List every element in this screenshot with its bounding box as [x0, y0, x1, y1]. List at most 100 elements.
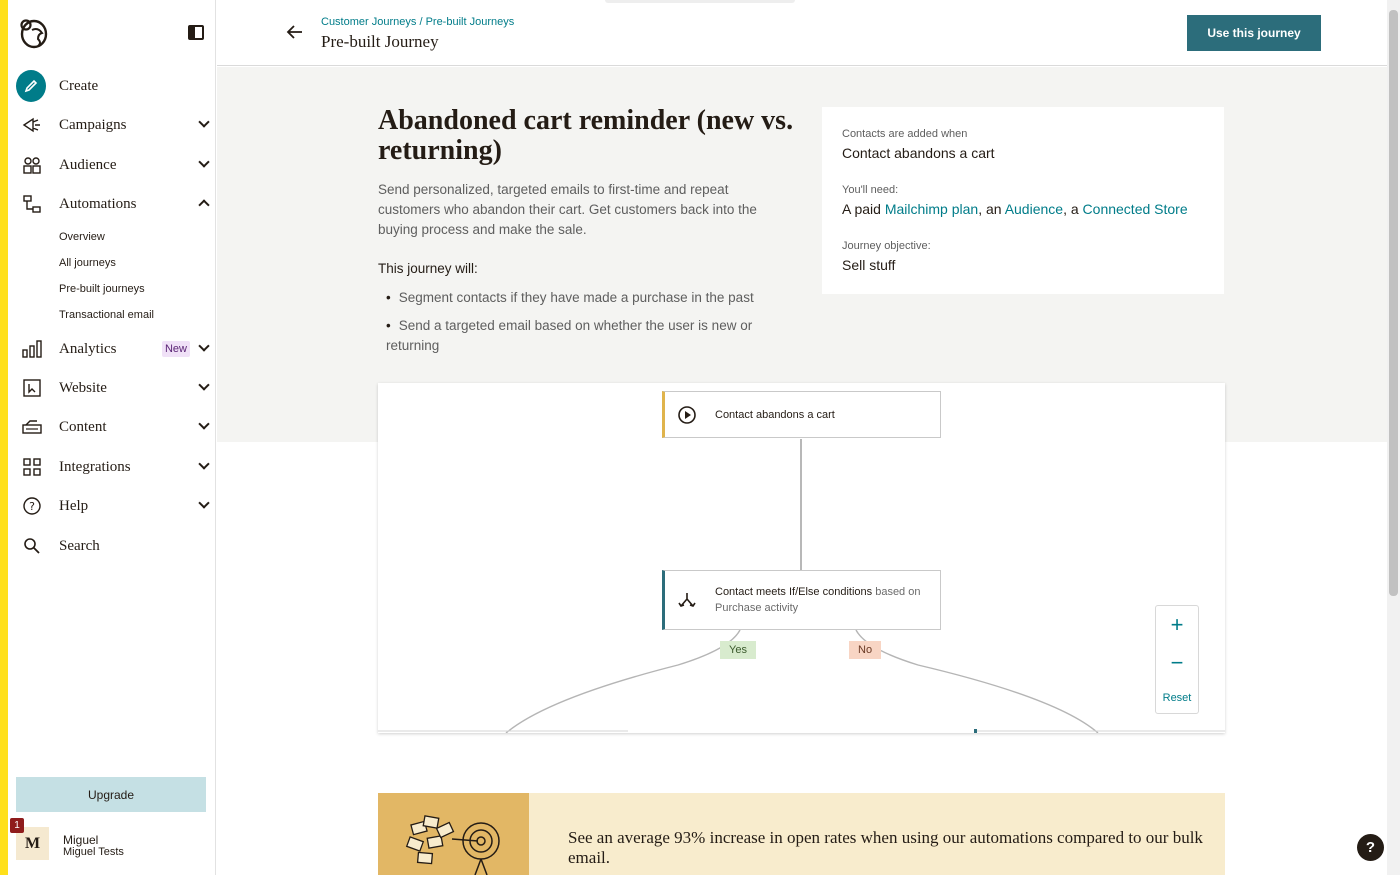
contacts-added-label: Contacts are added when	[842, 128, 968, 140]
search-icon	[18, 532, 46, 560]
breadcrumb: Customer Journeys / Pre-built Journeys	[321, 16, 514, 28]
nav-search[interactable]: Search	[18, 530, 212, 562]
trigger-node[interactable]: Contact abandons a cart	[662, 391, 941, 438]
contacts-added-value: Contact abandons a cart	[842, 145, 995, 161]
breadcrumb-separator: /	[419, 16, 423, 28]
nav-website[interactable]: Website	[18, 372, 212, 404]
journey-bullet: Segment contacts if they have made a pur…	[386, 288, 786, 308]
nav-content-label: Content	[59, 418, 107, 435]
nav-content[interactable]: Content	[18, 411, 212, 443]
need-separator: , an	[978, 201, 1002, 217]
you-need-value: A paid Mailchimp plan, an Audience, a Co…	[842, 201, 1188, 217]
user-org: Miguel Tests	[63, 846, 124, 858]
website-icon	[18, 374, 46, 402]
chevron-down-icon	[198, 116, 210, 128]
condition-node[interactable]: Contact meets If/Else conditions based o…	[662, 570, 941, 630]
notification-badge: 1	[10, 818, 24, 833]
need-separator: , a	[1063, 201, 1079, 217]
subnav-all-journeys[interactable]: All journeys	[59, 257, 116, 269]
nav-integrations-label: Integrations	[59, 458, 131, 475]
mailchimp-logo-icon[interactable]	[18, 16, 50, 50]
no-branch-label: No	[849, 641, 882, 659]
nav-automations[interactable]: Automations	[18, 188, 212, 220]
nav-create-label: Create	[59, 77, 99, 94]
connected-store-link[interactable]: Connected Store	[1083, 201, 1188, 217]
scrollbar-thumb[interactable]	[1389, 10, 1398, 596]
subnav-prebuilt-journeys[interactable]: Pre-built journeys	[59, 283, 145, 295]
condition-node-label: Contact meets If/Else conditions based o…	[715, 584, 920, 616]
condition-muted: based on	[875, 586, 921, 598]
page-title: Pre-built Journey	[321, 32, 439, 51]
plus-icon[interactable]: +	[1156, 612, 1198, 638]
need-prefix: A paid	[842, 201, 881, 217]
split-icon	[677, 591, 697, 611]
breadcrumb-customer-journeys[interactable]: Customer Journeys	[321, 16, 416, 28]
journey-will-heading: This journey will:	[378, 261, 478, 276]
journey-bullet: Send a targeted email based on whether t…	[386, 316, 776, 356]
user-name[interactable]: Miguel	[63, 833, 98, 847]
zoom-reset-button[interactable]: Reset	[1156, 692, 1198, 704]
nav-website-label: Website	[59, 379, 107, 396]
nav-audience[interactable]: Audience	[18, 149, 212, 181]
use-this-journey-button[interactable]: Use this journey	[1187, 15, 1321, 51]
automations-icon	[18, 190, 46, 218]
chevron-down-icon	[198, 340, 210, 352]
breadcrumb-prebuilt-journeys[interactable]: Pre-built Journeys	[426, 16, 515, 28]
you-need-label: You'll need:	[842, 184, 899, 196]
pencil-icon	[16, 70, 46, 102]
question-circle-icon: ?	[18, 492, 46, 520]
promo-text: See an average 93% increase in open rate…	[568, 828, 1203, 867]
page-scrollbar[interactable]	[1387, 0, 1400, 875]
bar-chart-icon	[18, 335, 46, 363]
nav-analytics[interactable]: Analytics New	[18, 333, 212, 365]
chevron-down-icon	[198, 379, 210, 391]
journey-info-card: Contacts are added when Contact abandons…	[822, 107, 1224, 294]
nav-help[interactable]: ? Help	[18, 490, 212, 522]
yes-branch-label: Yes	[720, 641, 756, 659]
nav-campaigns-label: Campaigns	[59, 116, 127, 133]
play-circle-icon	[677, 405, 697, 425]
nav-search-label: Search	[59, 537, 100, 554]
top-handle	[605, 0, 795, 3]
subnav-overview[interactable]: Overview	[59, 231, 105, 243]
nav-integrations[interactable]: Integrations	[18, 451, 212, 483]
upgrade-button[interactable]: Upgrade	[16, 777, 206, 812]
sidebar-toggle-icon[interactable]	[188, 25, 204, 40]
nav-automations-label: Automations	[59, 195, 137, 212]
minus-icon[interactable]: −	[1156, 650, 1198, 676]
subnav-transactional-email[interactable]: Transactional email	[59, 309, 154, 321]
content-icon	[18, 413, 46, 441]
page-header: Customer Journeys / Pre-built Journeys P…	[217, 0, 1387, 66]
nav-create[interactable]: Create	[16, 70, 212, 102]
mailchimp-plan-link[interactable]: Mailchimp plan	[885, 201, 978, 217]
nav-analytics-label: Analytics	[59, 340, 117, 357]
chevron-down-icon	[198, 497, 210, 509]
journey-flow-canvas[interactable]: Contact abandons a cart Contact meets If…	[378, 383, 1225, 733]
condition-line2: Purchase activity	[715, 602, 799, 614]
audience-icon	[18, 151, 46, 179]
audience-link[interactable]: Audience	[1005, 201, 1063, 217]
nav-audience-label: Audience	[59, 156, 117, 173]
condition-strong: Contact meets If/Else conditions	[715, 586, 873, 598]
objective-label: Journey objective:	[842, 240, 931, 252]
megaphone-icon	[18, 111, 46, 139]
trigger-node-label: Contact abandons a cart	[715, 409, 835, 421]
svg-text:?: ?	[29, 500, 35, 513]
brand-accent-stripe	[0, 0, 8, 875]
journey-description: Send personalized, targeted emails to fi…	[378, 182, 757, 237]
zoom-controls: + − Reset	[1155, 605, 1199, 714]
grid-icon	[18, 453, 46, 481]
promo-illustration	[378, 793, 529, 875]
chevron-down-icon	[198, 458, 210, 470]
promo-banner: See an average 93% increase in open rate…	[378, 793, 1225, 875]
nav-help-label: Help	[59, 497, 89, 514]
sidebar: Create Campaigns Audience Automations Ov…	[8, 0, 216, 875]
help-button[interactable]: ?	[1357, 834, 1384, 861]
chevron-down-icon	[198, 156, 210, 168]
objective-value: Sell stuff	[842, 257, 896, 273]
chevron-up-icon	[198, 199, 210, 211]
nav-campaigns[interactable]: Campaigns	[18, 109, 212, 141]
new-badge: New	[161, 341, 190, 357]
journey-title: Abandoned cart reminder (new vs. returni…	[378, 105, 794, 166]
back-arrow-icon[interactable]	[285, 22, 305, 42]
